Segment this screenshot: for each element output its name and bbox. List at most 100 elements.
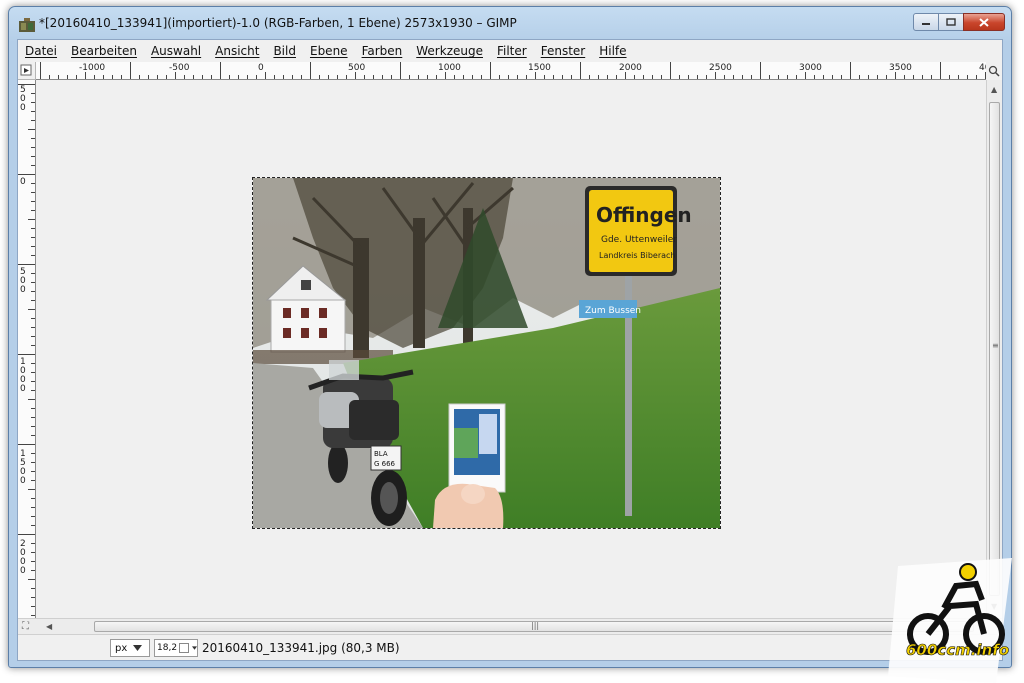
quick-mask-menu-button[interactable] [18,62,36,80]
zoom-value: 18,2 [157,643,178,653]
ruler-tick [31,408,35,409]
status-bar: px 18,2 20160410_133941.jpg (80,3 MB) [18,634,1002,660]
menu-farben[interactable]: Farben [355,40,410,62]
ruler-v-label: 1000 [20,357,26,394]
menu-werkzeuge[interactable]: Werkzeuge [409,40,490,62]
ruler-tick [31,525,35,526]
zoom-follow-button[interactable] [986,62,1002,80]
ruler-h-label: 1500 [528,63,551,73]
menu-hilfe[interactable]: Hilfe [592,40,633,62]
ruler-tick [931,75,932,79]
ruler-tick [706,75,707,79]
scroll-left-icon[interactable]: ◀ [46,622,52,631]
ruler-tick [31,390,35,391]
grip-icon: ≡ [992,341,999,350]
ruler-h-label: 3000 [799,63,822,73]
horizontal-ruler[interactable]: -1000 -500 0 500 1000 1500 2000 2500 300… [36,62,988,80]
photo-layer[interactable]: Zum Bussen Offingen Gde. Uttenweiler Lan… [252,177,721,529]
ruler-tick [148,75,149,79]
scroll-up-icon[interactable]: ▲ [991,85,997,94]
ruler-tick [742,75,743,79]
ruler-tick [31,588,35,589]
horizontal-scroll-thumb[interactable]: ||| [94,621,974,632]
menu-bearbeiten[interactable]: Bearbeiten [64,40,144,62]
vertical-scrollbar[interactable]: ▲ ≡ ▼ [986,80,1002,618]
ruler-tick [28,309,35,310]
ruler-tick [94,75,95,79]
ruler-tick [31,201,35,202]
image-window-client: Datei Bearbeiten Auswahl Ansicht Bild Eb… [17,39,1003,661]
ruler-tick [445,72,446,79]
ruler-tick [508,75,509,79]
menu-auswahl[interactable]: Auswahl [144,40,208,62]
minimize-icon[interactable] [913,13,939,31]
ruler-tick [175,72,176,79]
close-icon[interactable] [963,13,1005,31]
ruler-tick [139,75,140,79]
ruler-tick [364,75,365,79]
vertical-scroll-thumb[interactable]: ≡ [989,102,1000,596]
zoom-icon [988,65,1000,77]
zoom-field-icon [179,643,189,653]
window-title: *[20160410_133941](importiert)-1.0 (RGB-… [39,16,517,30]
ruler-tick [490,62,491,79]
ruler-tick [481,75,482,79]
ruler-tick [400,62,401,79]
ruler-tick [31,138,35,139]
ruler-tick [940,62,941,79]
ruler-tick [571,75,572,79]
maximize-icon[interactable] [938,13,964,31]
ruler-tick [103,75,104,79]
ruler-tick [283,75,284,79]
ruler-tick [427,75,428,79]
vertical-ruler[interactable]: 500 0 500 1000 1500 2000 [18,80,36,618]
ruler-tick [670,62,671,79]
ruler-tick [31,318,35,319]
ruler-tick [616,75,617,79]
ruler-tick [157,75,158,79]
ruler-tick [31,183,35,184]
ruler-tick [31,291,35,292]
ruler-tick [28,129,35,130]
ruler-tick [31,228,35,229]
ruler-tick [31,120,35,121]
ruler-tick [418,75,419,79]
ruler-tick [337,75,338,79]
ruler-tick [31,498,35,499]
ruler-tick [967,75,968,79]
ruler-tick [18,174,35,175]
menu-ebene[interactable]: Ebene [303,40,355,62]
menu-filter[interactable]: Filter [490,40,534,62]
ruler-tick [31,102,35,103]
navigate-icon[interactable]: ⛶ [22,621,29,632]
watermark-text: 600ccm.info [906,641,1009,659]
ruler-tick [724,75,725,79]
menu-ansicht[interactable]: Ansicht [208,40,266,62]
ruler-tick [661,75,662,79]
ruler-v-label: 500 [20,85,26,113]
ruler-tick [751,75,752,79]
ruler-tick [76,75,77,79]
town-sign-sub1: Gde. Uttenweiler [601,235,677,245]
ruler-tick [184,75,185,79]
ruler-v-label: 0 [20,177,26,187]
ruler-tick [922,75,923,79]
ruler-tick [652,75,653,79]
ruler-tick [841,75,842,79]
ruler-tick [823,75,824,79]
image-canvas[interactable]: Zum Bussen Offingen Gde. Uttenweiler Lan… [36,80,988,618]
ruler-tick [31,192,35,193]
ruler-tick [553,75,554,79]
menu-datei[interactable]: Datei [18,40,64,62]
zoom-select[interactable]: 18,2 [154,639,198,657]
menu-fenster[interactable]: Fenster [534,40,593,62]
ruler-tick [31,462,35,463]
ruler-tick [715,72,716,79]
ruler-tick [472,75,473,79]
title-bar[interactable]: *[20160410_133941](importiert)-1.0 (RGB-… [9,7,1011,39]
ruler-tick [949,75,950,79]
ruler-tick [454,75,455,79]
horizontal-scrollbar[interactable]: ⛶ ◀ ||| [18,618,1002,634]
menu-bild[interactable]: Bild [266,40,303,62]
unit-select[interactable]: px [110,639,150,657]
